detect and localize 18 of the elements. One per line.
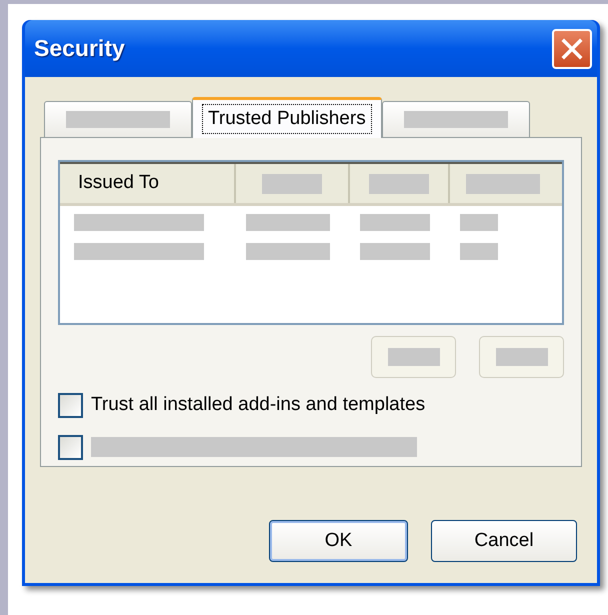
window-title: Security	[34, 34, 125, 64]
redacted-bar	[496, 348, 548, 366]
redacted-bar	[369, 174, 429, 194]
checkbox[interactable]	[58, 392, 83, 418]
cancel-button[interactable]: Cancel	[431, 520, 577, 562]
list-button[interactable]	[479, 336, 564, 378]
tab[interactable]: Trusted Publishers	[192, 97, 382, 138]
checkbox[interactable]	[58, 434, 83, 460]
close-button[interactable]	[552, 28, 592, 68]
close-icon	[560, 36, 584, 60]
list-button[interactable]	[371, 336, 456, 378]
ok-button[interactable]: OK	[269, 520, 408, 562]
tab[interactable]	[44, 101, 192, 137]
redacted-bar	[262, 174, 322, 194]
certificate-list[interactable]: Issued To	[58, 160, 564, 325]
redacted-bar	[388, 348, 440, 366]
tab[interactable]	[382, 101, 530, 137]
checkbox-label: Trust all installed add-ins and templates	[91, 393, 426, 417]
